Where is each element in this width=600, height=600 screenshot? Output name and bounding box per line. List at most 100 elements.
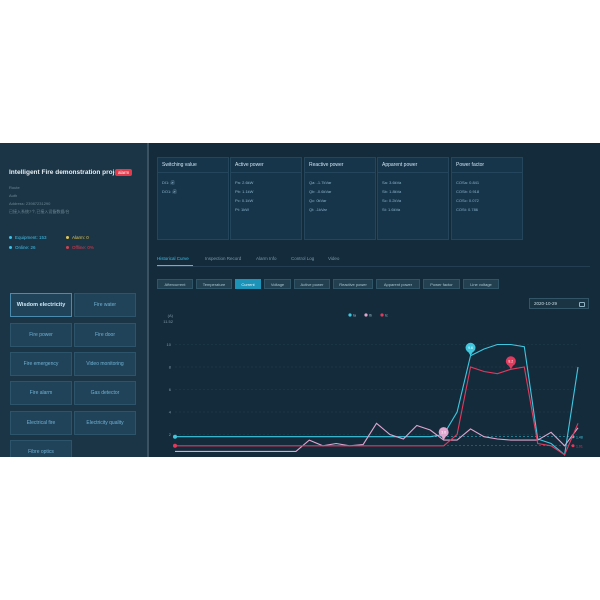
project-meta-auth: Auth [9, 193, 18, 198]
card-value: COSt: 0.786 [456, 207, 479, 212]
y-tick-label: 6 [169, 387, 172, 392]
nav-electrical-fire[interactable]: Electrical fire [10, 411, 72, 435]
series-line-ib [175, 422, 579, 452]
card-active-power: Active power Pa: 2.6kW Pb: 1.1kW Pc: 0.1… [230, 157, 302, 240]
online-dot-icon [9, 246, 12, 250]
nav-fire-power[interactable]: Fire power [10, 323, 72, 347]
chip-line-voltage[interactable]: Line voltage [463, 279, 499, 289]
nav-wisdom-electricity[interactable]: Wisdom electricity [10, 293, 72, 317]
app-window: Intelligent Fire demonstration project a… [0, 143, 600, 457]
nav-fire-alarm[interactable]: Fire alarm [10, 381, 72, 405]
alarm-badge: alarm [115, 169, 133, 176]
card-value: St: 1.6kVa [382, 207, 401, 212]
tab-inspection-record[interactable]: Inspection Record [205, 256, 241, 261]
marker-pin-label: 8.2 [508, 360, 513, 364]
card-apparent-power: Apparent power Sa: 3.6kVa Sb: 1.8kVa Sc:… [377, 157, 449, 240]
series-line-ia [175, 343, 579, 456]
card-value: Sc: 0.2kVa [382, 198, 402, 203]
card-power-factor: Power factor COSa: 0.841 COSb: 0.918 COS… [451, 157, 523, 240]
card-value: Pc: 0.1kW [235, 198, 254, 203]
calendar-icon [579, 302, 585, 307]
tabs-divider [157, 266, 590, 267]
card-value: Qt: -1kVar [309, 207, 327, 212]
legend-label: Ia [353, 314, 356, 318]
nav-fibre-optics[interactable]: Fibre optics [10, 440, 72, 457]
chip-temperature[interactable]: Temperature [196, 279, 232, 289]
card-value: Qb: -0.6kVar [309, 189, 332, 194]
historical-curve-chart: (A)11.52 10 8 6 4 2 Ia Ib Ic 1.48 1.01 9.6 8.2 3.6 [163, 313, 583, 456]
nav-fire-water[interactable]: Fire water [74, 293, 136, 317]
stat-alarm: Alarm: 0 [66, 235, 89, 240]
tab-video[interactable]: Video [328, 256, 339, 261]
card-value: Sb: 1.8kVa [382, 189, 402, 194]
card-title: Active power [235, 162, 264, 168]
chip-current[interactable]: Current [235, 279, 261, 289]
series-line-ic [175, 366, 579, 456]
chip-aftercurrent[interactable]: Aftercurrent [157, 279, 193, 289]
card-value: Pa: 2.6kW [235, 180, 254, 185]
reference-end-label: 1.01 [576, 444, 583, 448]
nav-video-monitoring[interactable]: Video monitoring [74, 352, 136, 376]
y-tick-label: 8 [169, 365, 172, 370]
date-value: 2020-10-29 [534, 301, 558, 306]
card-value: Pt: 1kW [235, 207, 250, 212]
tab-alarm-info[interactable]: Alarm Info [256, 256, 277, 261]
card-divider [452, 172, 522, 173]
y-tick-label: 2 [169, 432, 172, 437]
legend-marker [364, 313, 368, 317]
card-switching-value: Switching value DI1: 闭 DO1: 闭 [157, 157, 229, 240]
card-title: Switching value [162, 162, 197, 168]
reference-end-label: 1.48 [576, 435, 583, 439]
stat-equipment: Equipment: 153 [9, 235, 47, 240]
nav-electricity-quality[interactable]: Electricity quality [74, 411, 136, 435]
marker-pin-label: 3.6 [441, 431, 446, 435]
chip-voltage[interactable]: Voltage [264, 279, 291, 289]
card-value: Pb: 1.1kW [235, 189, 254, 194]
card-value: COSb: 0.918 [456, 189, 480, 194]
nav-fire-door[interactable]: Fire door [74, 323, 136, 347]
card-divider [158, 172, 228, 173]
card-value: Sa: 3.6kVa [382, 180, 402, 185]
project-meta-description: 已接入系统7个,已接入设备数据/台 [9, 209, 70, 214]
tab-historical-curve[interactable]: Historical Curve [157, 256, 189, 261]
card-value: COSa: 0.841 [456, 180, 480, 185]
legend-marker [380, 313, 384, 317]
equipment-dot-icon [9, 236, 12, 240]
nav-fire-emergency[interactable]: Fire emergency [10, 352, 72, 376]
card-value: COSc: 0.072 [456, 198, 479, 203]
nav-gas-detector[interactable]: Gas detector [74, 381, 136, 405]
y-axis-unit-label: (A) [168, 313, 174, 318]
offline-dot-icon [66, 246, 69, 250]
card-divider [305, 172, 375, 173]
chip-active-power[interactable]: Active power [294, 279, 330, 289]
card-reactive-power: Reactive power Qa: -1.7kVar Qb: -0.6kVar… [304, 157, 376, 240]
card-divider [231, 172, 301, 173]
reference-end-dot [571, 444, 575, 448]
legend-label: Ic [385, 314, 388, 318]
card-value: DI1: 闭 [162, 180, 175, 185]
project-meta-route: Route [9, 185, 20, 190]
legend-marker [348, 313, 352, 317]
tab-control-log[interactable]: Control Log [291, 256, 314, 261]
stat-online: Online: 26 [9, 245, 36, 250]
y-tick-label: 10 [167, 342, 172, 347]
sidebar: Intelligent Fire demonstration project a… [0, 143, 147, 457]
card-title: Reactive power [309, 162, 344, 168]
y-tick-label: 4 [169, 410, 172, 415]
card-title: Apparent power [382, 162, 418, 168]
chip-power-factor[interactable]: Power factor [423, 279, 460, 289]
card-value: Qc: 0kVar [309, 198, 327, 203]
project-title: Intelligent Fire demonstration project [9, 169, 124, 176]
sidebar-divider [147, 143, 149, 457]
y-axis-max-label: 11.52 [163, 319, 173, 324]
chip-reactive-power[interactable]: Reactive power [333, 279, 373, 289]
date-picker[interactable]: 2020-10-29 [529, 298, 589, 309]
card-value: DO1: 闭 [162, 189, 177, 194]
card-divider [378, 172, 448, 173]
stat-offline: Offline: 0% [66, 245, 94, 250]
card-value: Qa: -1.7kVar [309, 180, 332, 185]
chip-apparent-power[interactable]: Apparent power [376, 279, 420, 289]
legend-label: Ib [369, 314, 372, 318]
series-start-dot [173, 434, 177, 439]
alarm-dot-icon [66, 236, 69, 240]
